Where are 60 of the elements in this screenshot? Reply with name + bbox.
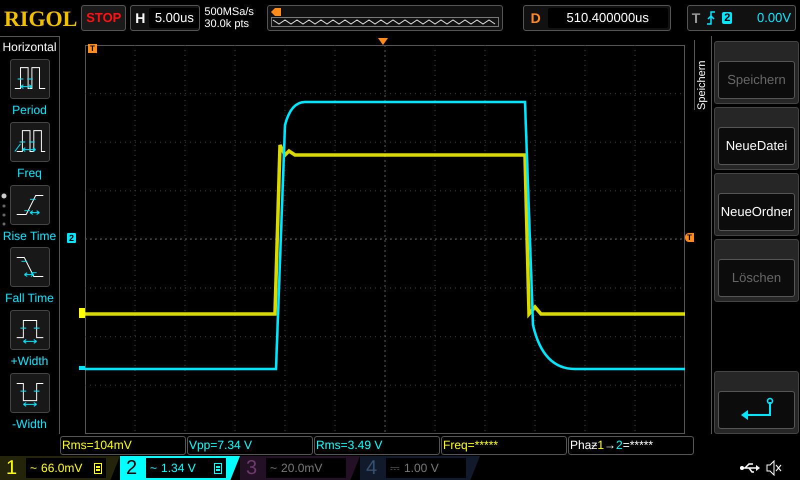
measure-label: Freq — [17, 164, 42, 182]
delay-value: 510.400000us — [548, 8, 668, 28]
trigger-position-marker: T — [88, 44, 97, 53]
channel-number: 4 — [366, 456, 378, 480]
rising-edge-icon — [706, 11, 716, 25]
coupling-symbol: ~ — [30, 460, 38, 477]
page-indicator-icon — [1, 193, 7, 227]
measure-button[interactable] — [10, 373, 50, 414]
measurement-readout: Phaƶ1→2=***** — [568, 436, 694, 454]
trigger-level-marker: T — [685, 233, 694, 242]
channel-number: 1 — [6, 456, 18, 480]
measure-button[interactable] — [10, 59, 50, 99]
measure-label: Rise Time — [2, 228, 56, 245]
trigger-position-icon — [270, 8, 281, 16]
timebase-label: H — [134, 8, 146, 28]
speaker-muted-icon — [766, 460, 782, 476]
delay-label: D — [530, 8, 542, 28]
channel-marker: 2 — [67, 233, 76, 243]
channel-number: 2 — [126, 456, 138, 480]
menu-tab[interactable]: Speichern — [694, 40, 709, 110]
channel-offset-marker — [79, 366, 85, 370]
trigger-time-marker-icon — [378, 38, 388, 45]
softkey-button[interactable]: NeueDatei — [714, 107, 799, 170]
run-state-indicator[interactable]: STOP — [81, 5, 126, 31]
sample-rate: 500MSa/s — [204, 6, 255, 18]
measure-label: +Width — [10, 353, 48, 370]
coupling-symbol: ⎓ — [390, 460, 400, 477]
coupling-symbol: ~ — [270, 460, 278, 477]
coupling-symbol: ~ — [150, 460, 158, 477]
memory-depth: 30.0k pts — [204, 18, 250, 30]
measure-button[interactable] — [10, 122, 50, 162]
trigger-level: 0.00V — [757, 9, 791, 28]
channel-scale: 66.0mV — [41, 460, 82, 477]
trigger-label: T — [692, 8, 700, 28]
timebase-value: 5.00us — [149, 8, 200, 28]
trigger-source: 2 — [722, 12, 732, 24]
measure-label: -Width — [12, 416, 47, 434]
menu-title: Horizontal — [2, 39, 57, 56]
measure-label: Fall Time — [5, 290, 54, 308]
channel-offset-marker — [79, 308, 85, 318]
channel-scale: 1.34 V — [161, 460, 196, 477]
measure-button[interactable] — [10, 247, 50, 288]
measure-button[interactable] — [10, 184, 50, 225]
softkey-button[interactable]: NeueOrdner — [714, 173, 799, 236]
measurement-readout: Vpp=7.34 V — [187, 436, 313, 454]
channel-number: 3 — [246, 456, 258, 480]
channel-tab[interactable]: 1 ~ 66.0mV — [0, 456, 120, 480]
brand-logo: RIGOL — [4, 4, 78, 32]
usb-icon — [740, 462, 760, 474]
channel-scale: 20.0mV — [281, 460, 322, 477]
measure-button[interactable] — [10, 310, 50, 350]
channel-tab[interactable]: 3 ~ 20.0mV — [240, 456, 360, 480]
channel-tab[interactable]: 2 ~ 1.34 V — [120, 456, 240, 480]
measurement-readout: Freq=***** — [441, 436, 567, 454]
channel-scale: 1.00 V — [404, 460, 439, 477]
return-button[interactable] — [714, 371, 799, 434]
channel-tab[interactable]: 4 ⎓ 1.00 V — [360, 456, 480, 480]
measure-label: Period — [12, 102, 47, 119]
measurement-readout: Rms=3.49 V — [314, 436, 440, 454]
measurement-readout: Rms=104mV — [60, 436, 186, 454]
